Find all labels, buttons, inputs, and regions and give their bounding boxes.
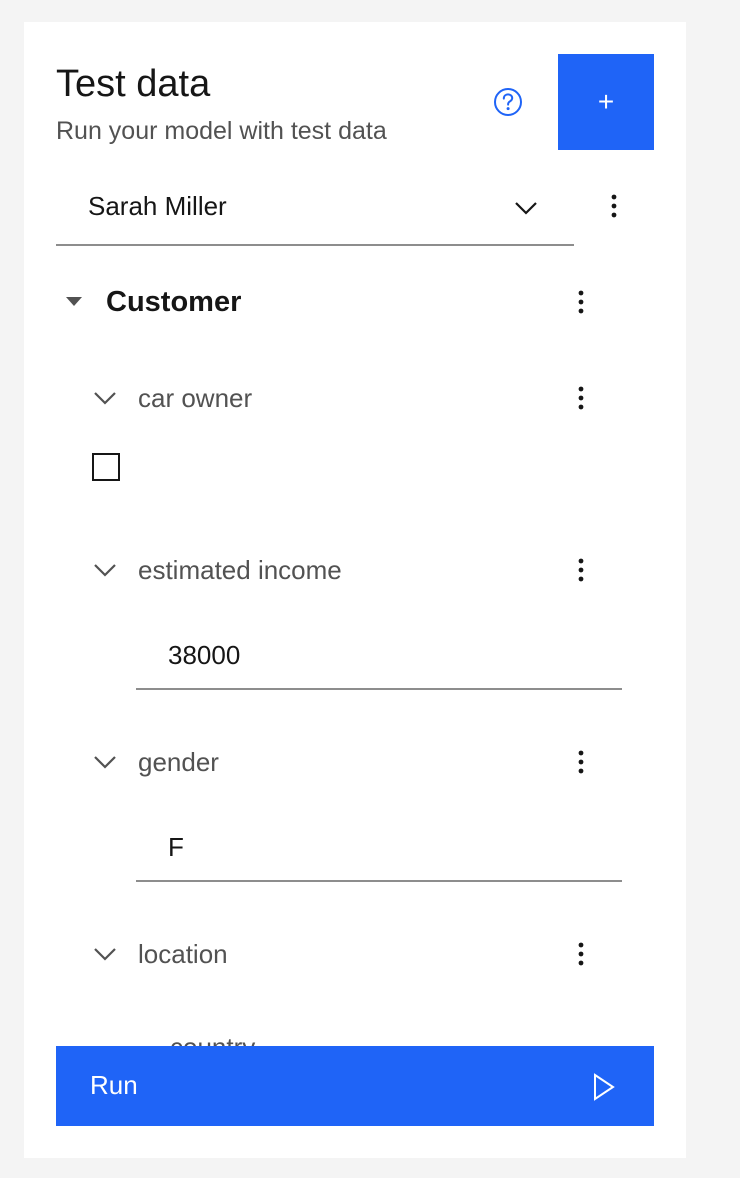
chevron-down-icon[interactable] xyxy=(92,385,118,411)
field-label-gender: gender xyxy=(138,747,219,777)
caret-down-icon[interactable] xyxy=(64,292,84,312)
car-owner-checkbox[interactable] xyxy=(92,453,120,481)
play-icon xyxy=(594,1073,615,1101)
gender-input[interactable]: F xyxy=(136,818,622,882)
chevron-down-icon[interactable] xyxy=(92,557,118,583)
section-title-customer: Customer xyxy=(106,286,242,318)
run-button-label: Run xyxy=(90,1070,138,1100)
panel-title: Test data xyxy=(56,63,211,105)
chevron-down-icon[interactable] xyxy=(92,749,118,775)
run-button[interactable]: Run xyxy=(56,1046,654,1126)
section-overflow-menu-icon[interactable] xyxy=(569,286,593,318)
field-overflow-menu-icon[interactable] xyxy=(569,938,593,970)
test-data-dropdown[interactable]: Sarah Miller xyxy=(56,176,574,246)
panel-subtitle: Run your model with test data xyxy=(56,117,387,145)
gender-value: F xyxy=(168,832,184,862)
chevron-down-icon[interactable] xyxy=(92,941,118,967)
estimated-income-input[interactable]: 38000 xyxy=(136,626,622,690)
add-button-label: + xyxy=(597,86,615,117)
field-label-car-owner: car owner xyxy=(138,383,253,413)
field-label-estimated-income: estimated income xyxy=(138,555,342,585)
field-overflow-menu-icon[interactable] xyxy=(569,746,593,778)
dropdown-selected-value: Sarah Miller xyxy=(88,191,227,221)
test-data-panel: Test data Run your model with test data … xyxy=(24,22,686,1158)
dropdown-overflow-menu-icon[interactable] xyxy=(602,190,626,222)
field-label-location: location xyxy=(138,939,228,969)
help-icon[interactable] xyxy=(492,86,524,118)
field-overflow-menu-icon[interactable] xyxy=(569,382,593,414)
add-test-data-button[interactable]: + xyxy=(558,54,654,150)
chevron-down-icon xyxy=(515,202,537,215)
estimated-income-value: 38000 xyxy=(168,640,241,670)
field-overflow-menu-icon[interactable] xyxy=(569,554,593,586)
